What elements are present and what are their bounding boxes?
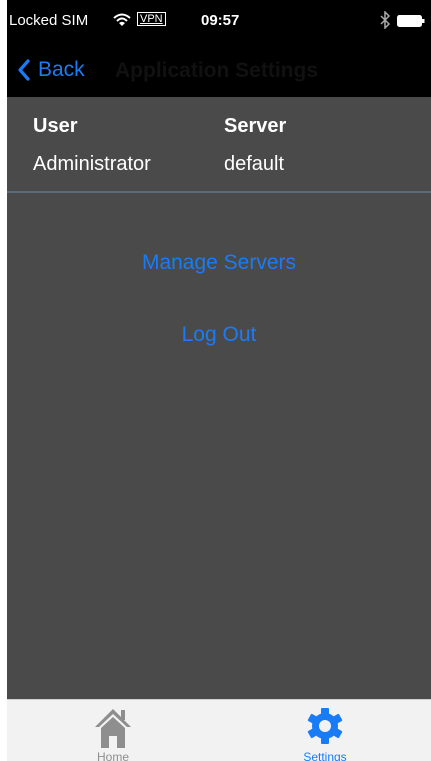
divider xyxy=(7,191,431,193)
gear-icon xyxy=(307,708,343,744)
wifi-icon xyxy=(113,13,131,26)
navigation-bar: Back Application Settings xyxy=(7,44,431,97)
app-screen: Locked SIM VPN 09:57 Back Application Se… xyxy=(7,0,431,761)
server-value: default xyxy=(224,153,285,175)
tab-settings-label: Settings xyxy=(303,750,347,761)
battery-icon xyxy=(397,15,425,27)
tab-settings[interactable]: Settings xyxy=(219,700,431,761)
log-out-button[interactable]: Log Out xyxy=(7,323,431,347)
user-label: User xyxy=(33,115,78,137)
back-button[interactable]: Back xyxy=(17,56,85,84)
user-value: Administrator xyxy=(33,153,151,175)
vpn-badge: VPN xyxy=(137,12,166,26)
tab-home-label: Home xyxy=(96,750,129,761)
page-title: Application Settings xyxy=(115,59,319,82)
status-bar: Locked SIM VPN 09:57 xyxy=(7,0,431,44)
chevron-left-icon xyxy=(18,59,30,81)
settings-content: User Server Administrator default Manage… xyxy=(7,97,431,699)
back-label: Back xyxy=(38,58,85,81)
tab-bar: Home Settings xyxy=(7,699,431,761)
home-icon xyxy=(95,709,131,748)
server-label: Server xyxy=(224,115,287,137)
tab-home[interactable]: Home xyxy=(7,700,219,761)
account-info: User Server Administrator default xyxy=(7,97,431,189)
bluetooth-icon xyxy=(380,11,391,29)
carrier-label: Locked SIM xyxy=(9,12,89,29)
status-time: 09:57 xyxy=(201,12,240,29)
manage-servers-button[interactable]: Manage Servers xyxy=(7,251,431,275)
